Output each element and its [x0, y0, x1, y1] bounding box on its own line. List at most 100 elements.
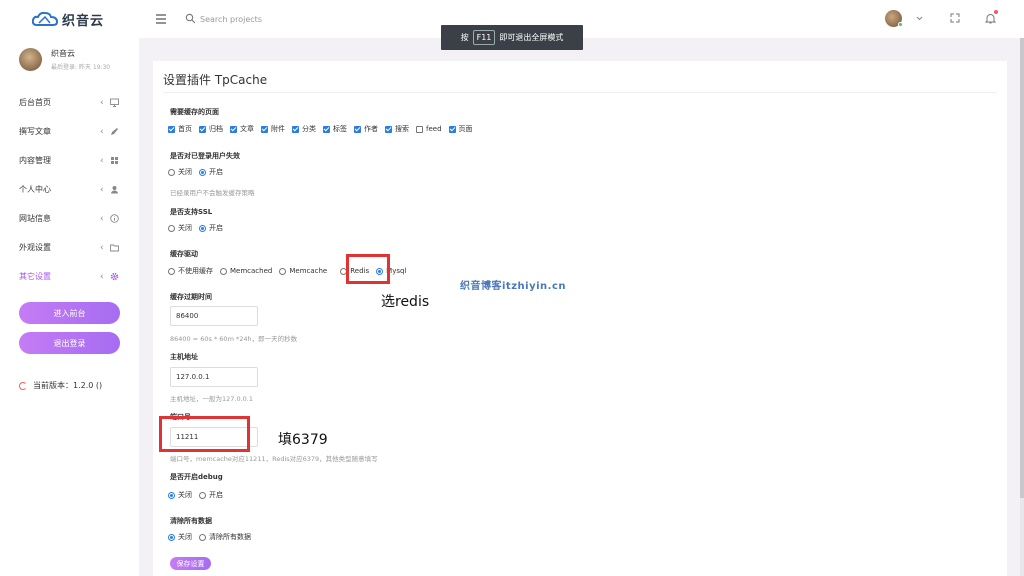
chevron-left-icon: ‹ — [100, 156, 104, 166]
sidebar-item-other-settings[interactable]: 其它设置 ‹ — [0, 262, 139, 291]
profile-last-login: 最后登录: 昨天 19:30 — [51, 64, 111, 71]
expire-label: 缓存过期时间 — [170, 293, 212, 301]
host-hint: 主机地址，一般为127.0.0.1 — [170, 395, 254, 403]
sidebar-item-profile[interactable]: 个人中心 ‹ — [0, 175, 139, 204]
checkbox-category[interactable]: 分类 — [292, 124, 316, 134]
version-text: 当前版本：1.2.0 () — [33, 381, 103, 390]
sidebar-item-label: 个人中心 — [19, 185, 51, 194]
sidebar: 织音云 最后登录: 昨天 19:30 后台首页 ‹ 撰写文章 ‹ 内容管理 ‹ … — [0, 38, 139, 576]
sidebar-item-write-post[interactable]: 撰写文章 ‹ — [0, 117, 139, 146]
pencil-icon — [110, 127, 119, 136]
toast-key: F11 — [472, 30, 496, 45]
checkbox-author[interactable]: 作者 — [354, 124, 378, 134]
fullscreen-toast: 按 F11 即可退出全屏模式 — [441, 25, 583, 50]
sidebar-item-site-info[interactable]: 网站信息 ‹ — [0, 204, 139, 233]
profile-avatar[interactable] — [19, 48, 42, 71]
chevron-down-icon[interactable] — [915, 14, 924, 23]
radio-debug-off[interactable]: 关闭 — [168, 490, 192, 500]
radio-driver-memcached[interactable]: Memcached — [220, 267, 272, 275]
checkbox-home[interactable]: 首页 — [168, 124, 192, 134]
debug-radio-group: 关闭 开启 — [168, 490, 230, 500]
chevron-left-icon: ‹ — [100, 127, 104, 137]
chevron-left-icon: ‹ — [100, 243, 104, 253]
monitor-icon — [110, 98, 119, 107]
bell-icon[interactable] — [984, 10, 998, 24]
sidebar-nav: 后台首页 ‹ 撰写文章 ‹ 内容管理 ‹ 个人中心 ‹ 网站信息 ‹ 外观设置 … — [0, 88, 139, 291]
user-avatar[interactable] — [885, 10, 903, 27]
toast-text-after: 即可退出全屏模式 — [499, 33, 564, 42]
checkbox-feed[interactable]: feed — [416, 125, 442, 133]
settings-card: 设置插件 TpCache 需要缓存的页面 首页 归档 文章 附件 分类 标签 作… — [153, 61, 1007, 576]
toast-text-before: 按 — [460, 33, 469, 42]
chevron-left-icon: ‹ — [100, 185, 104, 195]
sidebar-item-label: 外观设置 — [19, 243, 51, 252]
debug-label: 是否开启debug — [170, 473, 223, 481]
sidebar-item-label: 撰写文章 — [19, 127, 51, 136]
redis-highlight-box — [346, 254, 390, 284]
scrollbar[interactable] — [1020, 38, 1024, 576]
login-invalid-label: 是否对已登录用户失效 — [170, 152, 240, 160]
expire-hint: 86400 = 60s * 60m *24h，即一天的秒数 — [170, 335, 298, 343]
logout-button[interactable]: 退出登录 — [19, 332, 120, 354]
sidebar-item-label: 其它设置 — [19, 272, 51, 281]
layers-icon — [110, 156, 119, 165]
logo[interactable]: 织音云 — [32, 9, 104, 29]
folder-icon — [110, 243, 119, 252]
redis-annotation: 选redis — [381, 294, 430, 310]
user-icon — [110, 185, 119, 194]
enter-frontend-button[interactable]: 进入前台 — [19, 302, 120, 324]
checkbox-page[interactable]: 页面 — [448, 124, 473, 134]
host-input[interactable] — [170, 367, 258, 387]
checkbox-attachment[interactable]: 附件 — [261, 124, 285, 134]
page-title: 设置插件 TpCache — [163, 73, 268, 87]
host-label: 主机地址 — [170, 353, 198, 361]
checkbox-tag[interactable]: 标签 — [323, 124, 347, 134]
expire-input[interactable] — [170, 306, 258, 326]
gear-icon — [110, 272, 119, 281]
radio-clear-on[interactable]: 清除所有数据 — [199, 532, 251, 542]
radio-login-on[interactable]: 开启 — [199, 167, 223, 177]
driver-label: 缓存驱动 — [170, 250, 198, 258]
radio-ssl-off[interactable]: 关闭 — [168, 223, 192, 233]
fullscreen-icon[interactable] — [950, 13, 960, 23]
login-invalid-radio-group: 关闭 开启 — [168, 167, 230, 177]
sidebar-item-content[interactable]: 内容管理 ‹ — [0, 146, 139, 175]
chevron-left-icon: ‹ — [100, 214, 104, 224]
online-status-dot — [898, 22, 903, 27]
sidebar-item-label: 内容管理 — [19, 156, 51, 165]
cloud-logo-icon — [32, 11, 58, 27]
radio-login-off[interactable]: 关闭 — [168, 167, 192, 177]
search-icon[interactable] — [185, 13, 196, 24]
radio-clear-off[interactable]: 关闭 — [168, 532, 192, 542]
save-settings-button[interactable]: 保存设置 — [170, 557, 211, 570]
profile-name: 织音云 — [51, 49, 75, 58]
radio-driver-memcache[interactable]: Memcache — [279, 267, 327, 275]
sidebar-item-dashboard[interactable]: 后台首页 ‹ — [0, 88, 139, 117]
info-icon — [110, 214, 119, 223]
sidebar-item-label: 网站信息 — [19, 214, 51, 223]
checkbox-search[interactable]: 搜索 — [385, 124, 409, 134]
pages-checkbox-group: 首页 归档 文章 附件 分类 标签 作者 搜索 feed 页面 — [168, 124, 480, 134]
pages-label: 需要缓存的页面 — [170, 108, 219, 116]
port-annotation: 填6379 — [278, 432, 328, 448]
checkbox-post[interactable]: 文章 — [230, 124, 254, 134]
hamburger-menu-icon[interactable] — [154, 12, 168, 26]
brand-name: 织音云 — [62, 13, 105, 29]
radio-ssl-on[interactable]: 开启 — [199, 223, 223, 233]
sidebar-item-appearance[interactable]: 外观设置 ‹ — [0, 233, 139, 262]
chevron-left-icon: ‹ — [100, 272, 104, 282]
watermark: 织音博客itzhiyin.cn — [460, 281, 566, 292]
ssl-label: 是否支持SSL — [170, 208, 213, 216]
ssl-radio-group: 关闭 开启 — [168, 223, 230, 233]
port-hint: 端口号，memcache对应11211，Redis对应6379，其他类型随意填写 — [170, 455, 378, 463]
checkbox-archive[interactable]: 归档 — [199, 124, 223, 134]
login-invalid-hint: 已经录用户不会触发缓存策略 — [170, 189, 255, 197]
sidebar-item-label: 后台首页 — [19, 98, 51, 107]
radio-driver-none[interactable]: 不使用缓存 — [168, 266, 213, 276]
title-divider — [163, 92, 997, 93]
radio-debug-on[interactable]: 开启 — [199, 490, 223, 500]
search-input[interactable] — [200, 10, 360, 28]
clear-label: 清除所有数据 — [170, 517, 212, 525]
scrollbar-thumb[interactable] — [1020, 38, 1024, 498]
version-info: 当前版本：1.2.0 () — [19, 380, 102, 391]
